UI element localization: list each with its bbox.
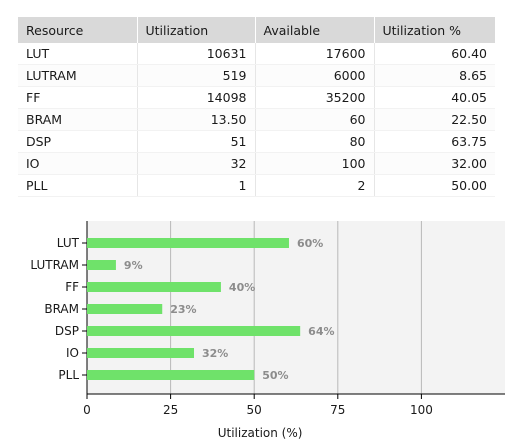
cell-resource: BRAM [18, 108, 138, 131]
column-header-utilization[interactable]: Utilization [137, 17, 256, 43]
cell-available: 17600 [255, 43, 375, 65]
x-tick-label: 25 [163, 403, 178, 417]
cell-resource: FF [18, 86, 138, 109]
table-row[interactable]: IO 32 100 32.00 [18, 152, 495, 175]
value-label: 50% [262, 369, 288, 382]
value-label: 9% [124, 259, 143, 272]
table-row[interactable]: DSP 51 80 63.75 [18, 130, 495, 153]
cell-utilization: 10631 [137, 43, 256, 65]
bar [87, 304, 163, 314]
cell-resource: IO [18, 152, 138, 175]
cell-utilization: 32 [137, 152, 256, 175]
cell-utilization-percent: 63.75 [374, 130, 495, 153]
x-tick-label: 0 [83, 403, 91, 417]
cell-utilization-percent: 40.05 [374, 86, 495, 109]
cell-utilization: 13.50 [137, 108, 256, 131]
cell-utilization-percent: 8.65 [374, 64, 495, 87]
category-label: BRAM [44, 302, 79, 316]
cell-available: 2 [255, 174, 375, 197]
cell-utilization: 14098 [137, 86, 256, 109]
cell-utilization-percent: 60.40 [374, 43, 495, 65]
table-header-row: Resource Utilization Available Utilizati… [18, 17, 495, 43]
x-tick-label: 50 [247, 403, 262, 417]
cell-utilization-percent: 50.00 [374, 174, 495, 197]
x-axis-title: Utilization (%) [218, 426, 303, 440]
utilization-bar-chart: 0 25 50 75 100 LUT 60% LUTRAM 9% FF 40% BRAM 23% DSP 6… [30, 221, 505, 440]
category-label: LUT [57, 236, 80, 250]
cell-available: 35200 [255, 86, 375, 109]
category-label: LUTRAM [30, 258, 79, 272]
cell-utilization: 51 [137, 130, 256, 153]
column-header-resource[interactable]: Resource [18, 17, 138, 43]
cell-resource: LUT [18, 43, 138, 65]
table-row[interactable]: LUT 10631 17600 60.40 [18, 43, 495, 65]
cell-available: 60 [255, 108, 375, 131]
cell-resource: PLL [18, 174, 138, 197]
bar [87, 348, 195, 358]
column-header-utilization-percent[interactable]: Utilization % [374, 17, 495, 43]
table-row[interactable]: PLL 1 2 50.00 [18, 174, 495, 197]
category-label: IO [66, 346, 79, 360]
utilization-table: Resource Utilization Available Utilizati… [18, 17, 495, 197]
column-header-available[interactable]: Available [255, 17, 375, 43]
value-label: 40% [229, 281, 255, 294]
cell-utilization-percent: 32.00 [374, 152, 495, 175]
cell-utilization: 1 [137, 174, 256, 197]
category-label: DSP [55, 324, 79, 338]
cell-available: 6000 [255, 64, 375, 87]
cell-resource: LUTRAM [18, 64, 138, 87]
value-label: 64% [308, 325, 334, 338]
bar [87, 282, 221, 292]
cell-available: 80 [255, 130, 375, 153]
bar [87, 326, 301, 336]
value-label: 32% [202, 347, 228, 360]
cell-utilization-percent: 22.50 [374, 108, 495, 131]
value-label: 23% [170, 303, 196, 316]
x-tick-label: 100 [410, 403, 433, 417]
bar [87, 260, 116, 270]
table-row[interactable]: FF 14098 35200 40.05 [18, 86, 495, 109]
category-label: PLL [58, 368, 79, 382]
category-label: FF [65, 280, 79, 294]
value-label: 60% [297, 237, 323, 250]
bar [87, 370, 255, 380]
x-tick-label: 75 [330, 403, 345, 417]
table-row[interactable]: LUTRAM 519 6000 8.65 [18, 64, 495, 87]
cell-available: 100 [255, 152, 375, 175]
cell-utilization: 519 [137, 64, 256, 87]
bar [87, 238, 289, 248]
table-row[interactable]: BRAM 13.50 60 22.50 [18, 108, 495, 131]
cell-resource: DSP [18, 130, 138, 153]
